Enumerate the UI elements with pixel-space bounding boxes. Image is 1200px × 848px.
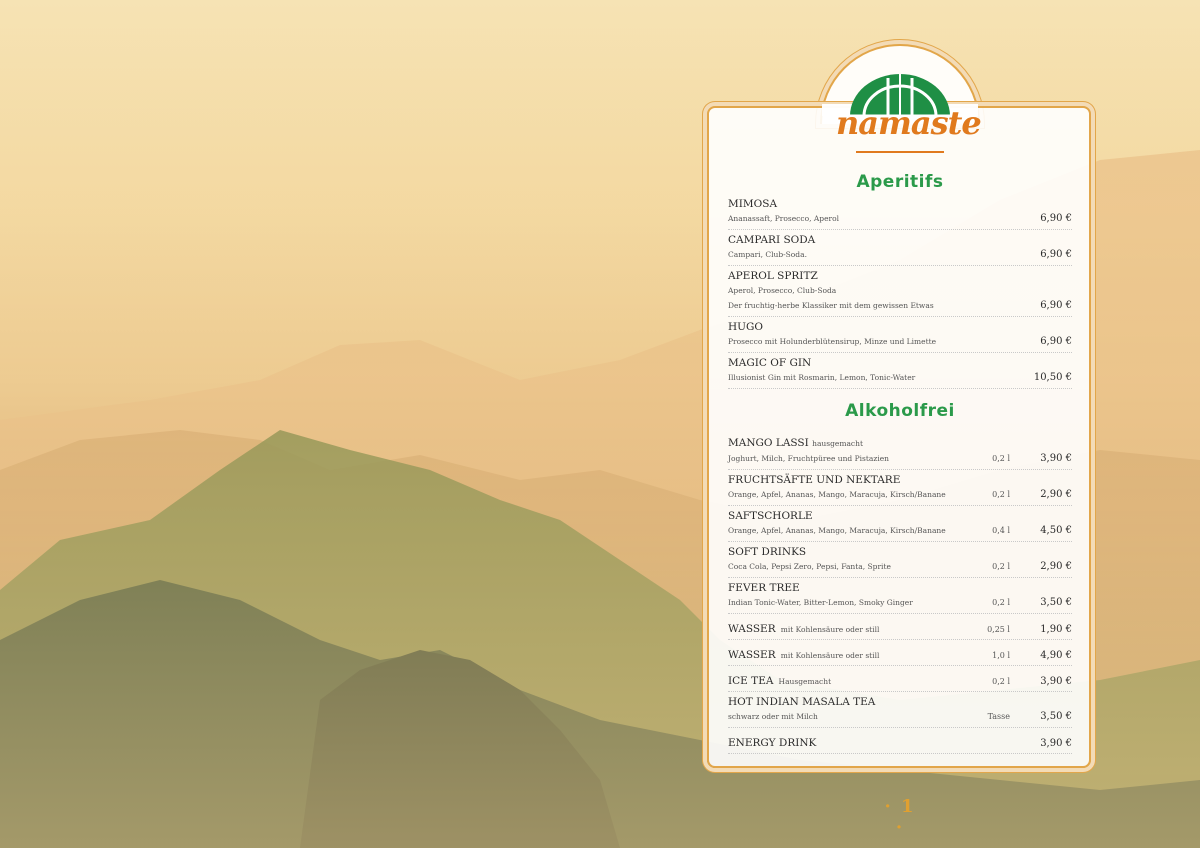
menu-item: MAGIC OF GIN Illusionist Gin mit Rosmarin…	[728, 353, 1072, 389]
item-description: Joghurt, Milch, Fruchtpüree und Pistazie…	[728, 454, 890, 463]
item-description: Orange, Apfel, Ananas, Mango, Maracuja, …	[728, 490, 946, 499]
item-price: 6,90 €	[1040, 300, 1072, 311]
item-size: 0,2 l	[992, 490, 1010, 499]
item-name: FRUCHTSÄFTE UND NEKTARE	[728, 474, 901, 486]
item-description: Campari, Club-Soda.	[728, 250, 807, 259]
section-title: Aperitifs	[856, 172, 944, 192]
menu-item: FRUCHTSÄFTE UND NEKTARE Orange, Apfel, An…	[728, 470, 1072, 506]
item-name: HOT INDIAN MASALA TEA	[728, 696, 876, 708]
item-name: WASSER	[728, 649, 776, 661]
menu-item: CAMPARI SODA Campari, Club-Soda. 6,90 €	[728, 230, 1072, 266]
menu-item: HUGO Prosecco mit Holunderblütensirup, Mi…	[728, 317, 1072, 353]
item-description: Ananassaft, Prosecco, Aperol	[728, 214, 840, 223]
menu-item: APEROL SPRITZ Aperol, Prosecco, Club-Soda…	[728, 266, 1072, 317]
item-name: MIMOSA	[728, 198, 778, 210]
item-note: mit Kohlensäure oder still	[780, 625, 880, 634]
item-price: 3,90 €	[1040, 738, 1072, 749]
item-name: SOFT DRINKS	[728, 546, 807, 558]
menu-item: MIMOSA Ananassaft, Prosecco, Aperol 6,90 €	[728, 194, 1072, 230]
menu-item: ICE TEA Hausgemacht 0,2 l 3,90 €	[728, 666, 1072, 692]
drinks-menu: Aperitifs MIMOSA Ananassaft, Prosecco, Ape…	[728, 170, 1072, 754]
item-price: 6,90 €	[1040, 213, 1072, 224]
item-note: mit Kohlensäure oder still	[780, 651, 880, 660]
item-price: 3,90 €	[1040, 676, 1072, 687]
item-price: 2,90 €	[1040, 489, 1072, 500]
item-size: 0,4 l	[992, 526, 1010, 535]
item-size: 0,2 l	[992, 454, 1010, 463]
item-description: Der fruchtig-herbe Klassiker mit dem gew…	[728, 301, 934, 310]
item-price: 10,50 €	[1033, 372, 1072, 383]
item-description: schwarz oder mit Milch	[728, 712, 818, 721]
item-price: 6,90 €	[1040, 249, 1072, 260]
menu-item: ENERGY DRINK 3,90 €	[728, 728, 1072, 754]
namaste-logo: namaste	[836, 60, 982, 160]
item-price: 3,90 €	[1040, 453, 1072, 464]
logo-wordmark: namaste	[836, 104, 982, 142]
menu-item: WASSER mit Kohlensäure oder still 1,0 l 4,…	[728, 640, 1072, 666]
item-price: 3,50 €	[1040, 597, 1072, 608]
item-description: Illusionist Gin mit Rosmarin, Lemon, Ton…	[728, 373, 916, 382]
item-size: 0,2 l	[992, 562, 1010, 571]
item-size: Tasse	[987, 712, 1010, 721]
item-note: hausgemacht	[812, 439, 863, 448]
page-number: · 1 ·	[884, 796, 916, 838]
item-name: MANGO LASSI	[728, 437, 809, 449]
item-name: WASSER	[728, 623, 776, 635]
item-price: 3,50 €	[1040, 711, 1072, 722]
menu-item: MANGO LASSI hausgemacht Joghurt, Milch, F…	[728, 433, 1072, 470]
item-name: SAFTSCHORLE	[728, 510, 813, 522]
item-description: Prosecco mit Holunderblütensirup, Minze …	[728, 337, 937, 346]
section-title: Alkoholfrei	[845, 401, 955, 421]
item-description: Coca Cola, Pepsi Zero, Pepsi, Fanta, Spr…	[728, 562, 891, 571]
item-name: HUGO	[728, 321, 764, 333]
item-size: 1,0 l	[992, 651, 1010, 660]
item-price: 4,90 €	[1040, 650, 1072, 661]
menu-item: SAFTSCHORLE Orange, Apfel, Ananas, Mango,…	[728, 506, 1072, 542]
item-description: Aperol, Prosecco, Club-Soda	[728, 286, 837, 295]
item-name: APEROL SPRITZ	[728, 270, 818, 282]
item-name: MAGIC OF GIN	[728, 357, 812, 369]
menu-item: FEVER TREE Indian Tonic-Water, Bitter-Lem…	[728, 578, 1072, 614]
item-description: Orange, Apfel, Ananas, Mango, Maracuja, …	[728, 526, 946, 535]
menu-item: WASSER mit Kohlensäure oder still 0,25 l 1…	[728, 614, 1072, 640]
item-price: 6,90 €	[1040, 336, 1072, 347]
menu-item: SOFT DRINKS Coca Cola, Pepsi Zero, Pepsi,…	[728, 542, 1072, 578]
item-size: 0,25 l	[987, 625, 1010, 634]
item-price: 2,90 €	[1040, 561, 1072, 572]
item-name: CAMPARI SODA	[728, 234, 816, 246]
item-price: 1,90 €	[1040, 624, 1072, 635]
menu-item: HOT INDIAN MASALA TEA schwarz oder mit Mi…	[728, 692, 1072, 728]
item-note: Hausgemacht	[778, 677, 832, 686]
item-name: FEVER TREE	[728, 582, 800, 594]
item-size: 0,2 l	[992, 598, 1010, 607]
item-size: 0,2 l	[992, 677, 1010, 686]
item-price: 4,50 €	[1040, 525, 1072, 536]
item-name: ENERGY DRINK	[728, 737, 817, 749]
item-description: Indian Tonic-Water, Bitter-Lemon, Smoky …	[728, 598, 913, 607]
item-name: ICE TEA	[728, 675, 774, 687]
